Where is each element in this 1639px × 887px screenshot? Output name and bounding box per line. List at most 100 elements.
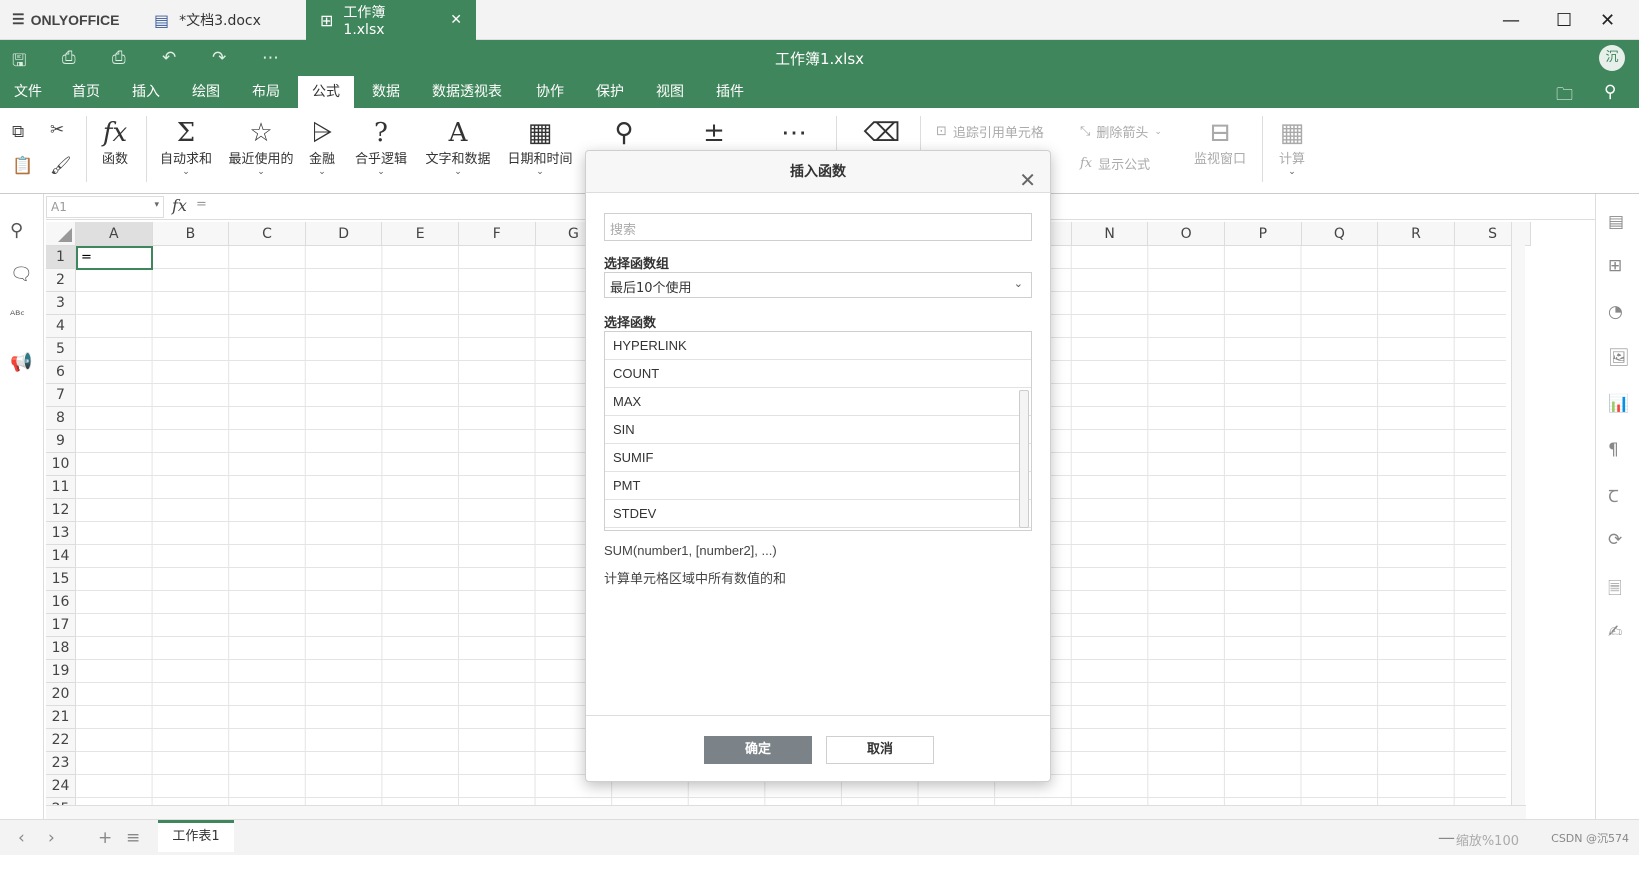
- menu-layout[interactable]: 布局: [238, 76, 294, 108]
- function-group-select[interactable]: 最后10个使用 ⌄: [604, 272, 1032, 298]
- list-item[interactable]: SUMIF: [605, 444, 1031, 472]
- financial-button[interactable]: ⩥ 金融 ⌄: [306, 118, 338, 177]
- tab-spreadsheet[interactable]: ⊞ 工作簿1.xlsx ✕: [306, 0, 476, 40]
- logical-button[interactable]: ? 合乎逻辑 ⌄: [352, 118, 410, 177]
- menu-formula[interactable]: 公式: [298, 76, 354, 108]
- menu-draw[interactable]: 绘图: [178, 76, 234, 108]
- menu-insert[interactable]: 插入: [118, 76, 174, 108]
- cancel-button[interactable]: 取消: [826, 736, 934, 764]
- row-header[interactable]: 7: [46, 384, 76, 407]
- row-header[interactable]: 12: [46, 499, 76, 522]
- column-header[interactable]: P: [1225, 222, 1302, 246]
- chart-settings-icon[interactable]: 📊: [1608, 394, 1629, 414]
- row-header[interactable]: 2: [46, 269, 76, 292]
- row-header[interactable]: 20: [46, 683, 76, 706]
- math-button[interactable]: ±: [694, 118, 734, 148]
- column-header[interactable]: E: [382, 222, 459, 246]
- list-item[interactable]: MAX: [605, 388, 1031, 416]
- row-header[interactable]: 11: [46, 476, 76, 499]
- row-header[interactable]: 10: [46, 453, 76, 476]
- date-time-button[interactable]: ▦ 日期和时间 ⌄: [504, 118, 576, 177]
- close-tab-icon[interactable]: ✕: [450, 12, 462, 28]
- paste-icon[interactable]: 📋: [12, 156, 33, 176]
- row-header[interactable]: 17: [46, 614, 76, 637]
- list-item[interactable]: COUNT: [605, 360, 1031, 388]
- list-item[interactable]: HYPERLINK: [605, 332, 1031, 360]
- avatar[interactable]: 沉: [1599, 45, 1625, 71]
- ok-button[interactable]: 确定: [704, 736, 812, 764]
- recent-functions-button[interactable]: ☆ 最近使用的 ⌄: [226, 118, 296, 177]
- comment-icon[interactable]: 🗨: [10, 264, 33, 285]
- row-header[interactable]: 22: [46, 729, 76, 752]
- format-painter-icon[interactable]: 🖌: [50, 156, 72, 176]
- announcement-icon[interactable]: 📢: [10, 352, 32, 373]
- row-header[interactable]: 15: [46, 568, 76, 591]
- copy-icon[interactable]: ⧉: [12, 122, 24, 142]
- column-header[interactable]: O: [1148, 222, 1225, 246]
- autosum-button[interactable]: Σ 自动求和 ⌄: [156, 118, 216, 177]
- list-scrollbar[interactable]: [1019, 390, 1029, 528]
- calculate-button[interactable]: ▦ 计算 ⌄: [1274, 118, 1310, 177]
- close-icon[interactable]: ✕: [1019, 159, 1036, 201]
- zoom-level[interactable]: 缩放%100: [1456, 830, 1519, 849]
- slicer-settings-icon[interactable]: 🗏: [1608, 576, 1622, 605]
- horizontal-scrollbar[interactable]: [46, 805, 1526, 819]
- row-header[interactable]: 24: [46, 775, 76, 798]
- column-header[interactable]: N: [1071, 222, 1149, 246]
- menu-plugins[interactable]: 插件: [702, 76, 758, 108]
- row-header[interactable]: 9: [46, 430, 76, 453]
- zoom-out-icon[interactable]: —: [1438, 828, 1455, 848]
- row-header[interactable]: 4: [46, 315, 76, 338]
- column-header[interactable]: C: [229, 222, 306, 246]
- pivot-settings-icon[interactable]: ⟳: [1608, 530, 1622, 550]
- minimize-icon[interactable]: —: [1502, 10, 1520, 31]
- row-header[interactable]: 6: [46, 361, 76, 384]
- menu-collaborate[interactable]: 协作: [522, 76, 578, 108]
- active-cell[interactable]: =: [76, 246, 153, 270]
- column-header[interactable]: A: [76, 222, 153, 246]
- cut-icon[interactable]: ✂: [50, 120, 64, 140]
- column-header[interactable]: R: [1378, 222, 1455, 246]
- menu-data[interactable]: 数据: [358, 76, 414, 108]
- row-header[interactable]: 1: [46, 246, 76, 269]
- close-window-icon[interactable]: ✕: [1600, 10, 1615, 31]
- maximize-icon[interactable]: ☐: [1556, 10, 1572, 31]
- lookup-button[interactable]: ⚲: [604, 118, 644, 148]
- search-icon[interactable]: ⚲: [1604, 82, 1616, 102]
- row-header[interactable]: 18: [46, 637, 76, 660]
- menu-view[interactable]: 视图: [642, 76, 698, 108]
- fx-icon[interactable]: fx: [172, 196, 187, 215]
- formula-input[interactable]: =: [196, 197, 207, 212]
- menu-pivot-table[interactable]: 数据透视表: [418, 76, 516, 108]
- tab-document[interactable]: ▤ *文档3.docx: [140, 0, 300, 40]
- row-header[interactable]: 14: [46, 545, 76, 568]
- menu-protect[interactable]: 保护: [582, 76, 638, 108]
- column-header[interactable]: D: [305, 222, 383, 246]
- row-header[interactable]: 8: [46, 407, 76, 430]
- row-header[interactable]: 3: [46, 292, 76, 315]
- row-header[interactable]: 16: [46, 591, 76, 614]
- signature-icon[interactable]: ✍: [1608, 622, 1622, 642]
- column-header[interactable]: Q: [1301, 222, 1379, 246]
- spellcheck-icon[interactable]: ᴬᴮᶜ: [10, 308, 25, 322]
- menu-file[interactable]: 文件: [0, 76, 56, 108]
- watch-window-button[interactable]: ⊟ 监视窗口: [1190, 118, 1250, 167]
- sheet-list-icon[interactable]: ≡: [126, 828, 140, 848]
- show-formulas-button[interactable]: fx 显示公式: [1080, 154, 1150, 173]
- prev-sheet-icon[interactable]: ‹: [18, 828, 25, 848]
- column-header[interactable]: B: [152, 222, 230, 246]
- named-ranges-button[interactable]: ⌫: [862, 118, 902, 148]
- row-header[interactable]: 5: [46, 338, 76, 361]
- open-folder-icon[interactable]: 🗀: [1556, 82, 1573, 111]
- list-item[interactable]: STDEV: [605, 500, 1031, 528]
- list-item[interactable]: PMT: [605, 472, 1031, 500]
- search-input[interactable]: 搜索: [604, 213, 1032, 241]
- trace-precedents-button[interactable]: ⊡ 追踪引用单元格: [936, 122, 1044, 141]
- text-data-button[interactable]: A 文字和数据 ⌄: [422, 118, 494, 177]
- row-header[interactable]: 23: [46, 752, 76, 775]
- sheet-tab[interactable]: 工作表1: [158, 820, 234, 852]
- more-functions-button[interactable]: ⋯: [774, 118, 814, 148]
- next-sheet-icon[interactable]: ›: [48, 828, 55, 848]
- menu-home[interactable]: 首页: [58, 76, 114, 108]
- row-header[interactable]: 19: [46, 660, 76, 683]
